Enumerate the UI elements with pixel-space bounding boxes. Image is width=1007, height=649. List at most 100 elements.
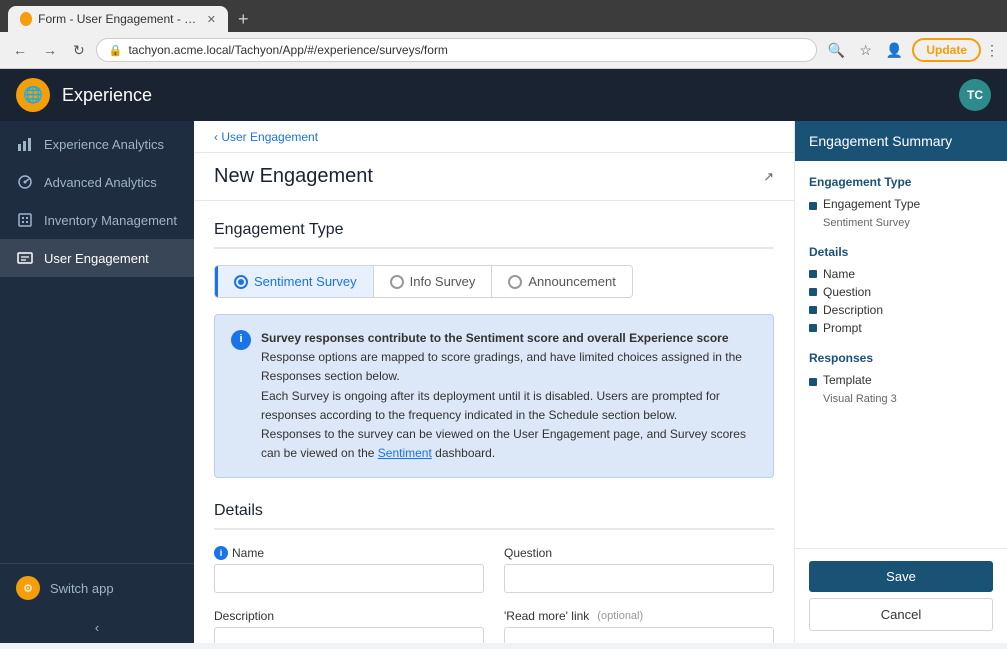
panel-bullet-description <box>809 306 817 314</box>
save-button[interactable]: Save <box>809 561 993 592</box>
toolbar-actions: 🔍 ☆ 👤 Update ⋮ <box>823 38 999 62</box>
sidebar-collapse-button[interactable]: ‹ <box>0 612 194 643</box>
tab-favicon <box>20 12 32 26</box>
form-area: ‹ User Engagement New Engagement ↗ Engag… <box>194 121 794 643</box>
analytics-icon <box>16 173 34 191</box>
more-options-button[interactable]: ⋮ <box>985 42 999 59</box>
info-line-3: Responses to the survey can be viewed on… <box>261 427 746 460</box>
panel-section-type: Engagement Type Engagement Type Sentimen… <box>809 175 993 229</box>
engagement-type-section: Engagement Type Sentiment Survey Info Su… <box>214 221 774 478</box>
panel-detail-name: Name <box>809 267 993 281</box>
browser-toolbar: ← → ↻ 🔒 tachyon.acme.local/Tachyon/App/#… <box>0 32 1007 69</box>
address-bar[interactable]: 🔒 tachyon.acme.local/Tachyon/App/#/exper… <box>96 38 817 62</box>
page-header: New Engagement ↗ <box>194 153 794 201</box>
back-button[interactable]: ← <box>8 40 32 60</box>
radio-dot-announcement <box>508 275 522 289</box>
app-header: 🌐 Experience TC <box>0 69 1007 121</box>
radio-dot-sentiment <box>234 275 248 289</box>
tab-close-button[interactable]: ✕ <box>207 13 216 26</box>
radio-announcement[interactable]: Announcement <box>491 266 631 297</box>
app-title: Experience <box>62 85 959 106</box>
panel-bullet-type <box>809 202 817 210</box>
user-avatar[interactable]: TC <box>959 79 991 111</box>
radio-label-sentiment: Sentiment Survey <box>254 274 357 289</box>
panel-section-responses-title: Responses <box>809 351 993 365</box>
panel-body: Engagement Type Engagement Type Sentimen… <box>795 161 1007 548</box>
breadcrumb-link[interactable]: User Engagement <box>221 130 318 144</box>
details-title: Details <box>214 502 774 530</box>
form-content: Engagement Type Sentiment Survey Info Su… <box>194 201 794 643</box>
panel-section-responses: Responses Template Visual Rating 3 <box>809 351 993 405</box>
content-main: ‹ User Engagement New Engagement ↗ Engag… <box>194 121 1007 643</box>
panel-template-item: Template Visual Rating 3 <box>809 373 993 405</box>
sidebar-item-advanced-analytics[interactable]: Advanced Analytics <box>0 163 194 201</box>
read-more-label: 'Read more' link (optional) <box>504 609 774 623</box>
panel-section-type-title: Engagement Type <box>809 175 993 189</box>
refresh-button[interactable]: ↻ <box>68 40 90 61</box>
question-field: Question <box>504 546 774 593</box>
sidebar-item-inventory-management[interactable]: Inventory Management <box>0 201 194 239</box>
sidebar-label-experience-analytics: Experience Analytics <box>44 137 164 152</box>
read-more-input[interactable] <box>504 627 774 643</box>
switch-app-footer[interactable]: ⚙ Switch app <box>0 563 194 612</box>
sidebar: Experience Analytics Advanced Analytics <box>0 121 194 643</box>
name-info-icon: i <box>214 546 228 560</box>
radio-sentiment-survey[interactable]: Sentiment Survey <box>215 266 373 297</box>
tab-bar: Form - User Engagement - Expe... ✕ + <box>0 0 1007 32</box>
panel-detail-prompt: Prompt <box>809 321 993 335</box>
info-icon: i <box>231 330 251 350</box>
profile-icon[interactable]: 👤 <box>881 40 908 61</box>
radio-info-survey[interactable]: Info Survey <box>373 266 492 297</box>
bookmark-icon[interactable]: ☆ <box>854 40 877 61</box>
radio-dot-info <box>390 275 404 289</box>
engagement-type-title: Engagement Type <box>214 221 774 249</box>
sidebar-label-advanced-analytics: Advanced Analytics <box>44 175 157 190</box>
panel-actions: Save Cancel <box>795 548 1007 643</box>
engagement-summary-panel: Engagement Summary Engagement Type Engag… <box>794 121 1007 643</box>
panel-bullet-prompt <box>809 324 817 332</box>
update-button[interactable]: Update <box>912 38 981 62</box>
active-tab[interactable]: Form - User Engagement - Expe... ✕ <box>8 6 228 32</box>
info-link-suffix: dashboard. <box>435 446 495 460</box>
page-title: New Engagement <box>214 165 373 188</box>
tab-title: Form - User Engagement - Expe... <box>38 12 197 26</box>
read-more-field: 'Read more' link (optional) Prompt quest… <box>504 609 774 643</box>
new-tab-button[interactable]: + <box>232 9 255 30</box>
url-text: tachyon.acme.local/Tachyon/App/#/experie… <box>128 43 803 57</box>
info-text: Survey responses contribute to the Senti… <box>261 329 757 463</box>
panel-section-details: Details Name Question Desc <box>809 245 993 335</box>
lock-icon: 🔒 <box>109 44 123 57</box>
details-section: Details i Name <box>214 502 774 643</box>
name-label: i Name <box>214 546 484 560</box>
sidebar-item-experience-analytics[interactable]: Experience Analytics <box>0 125 194 163</box>
description-input[interactable] <box>214 627 484 643</box>
expand-icon[interactable]: ↗ <box>763 169 774 185</box>
question-label: Question <box>504 546 774 560</box>
app-logo: 🌐 <box>16 78 50 112</box>
panel-header-title: Engagement Summary <box>809 133 952 149</box>
name-field: i Name <box>214 546 484 593</box>
panel-detail-question: Question <box>809 285 993 299</box>
cancel-button[interactable]: Cancel <box>809 598 993 631</box>
description-label: Description <box>214 609 484 623</box>
forward-button[interactable]: → <box>38 40 62 60</box>
info-line-2: Each Survey is ongoing after its deploym… <box>261 389 720 422</box>
optional-label: (optional) <box>597 610 643 622</box>
app-container: 🌐 Experience TC Experience Analytics <box>0 69 1007 643</box>
name-question-row: i Name Question <box>214 546 774 593</box>
engagement-type-radio-group: Sentiment Survey Info Survey Announcemen… <box>214 265 633 298</box>
panel-type-value: Sentiment Survey <box>823 217 910 229</box>
panel-template-value: Visual Rating 3 <box>823 393 897 405</box>
sidebar-nav: Experience Analytics Advanced Analytics <box>0 121 194 563</box>
main-layout: Experience Analytics Advanced Analytics <box>0 121 1007 643</box>
info-link-sentiment[interactable]: Sentiment <box>378 446 432 460</box>
radio-label-info: Info Survey <box>410 274 476 289</box>
panel-section-details-title: Details <box>809 245 993 259</box>
browser-chrome: Form - User Engagement - Expe... ✕ + ← →… <box>0 0 1007 69</box>
search-icon[interactable]: 🔍 <box>823 40 850 61</box>
breadcrumb: ‹ User Engagement <box>194 121 794 153</box>
name-input[interactable] <box>214 564 484 593</box>
question-input[interactable] <box>504 564 774 593</box>
sidebar-item-user-engagement[interactable]: User Engagement <box>0 239 194 277</box>
panel-bullet-question <box>809 288 817 296</box>
